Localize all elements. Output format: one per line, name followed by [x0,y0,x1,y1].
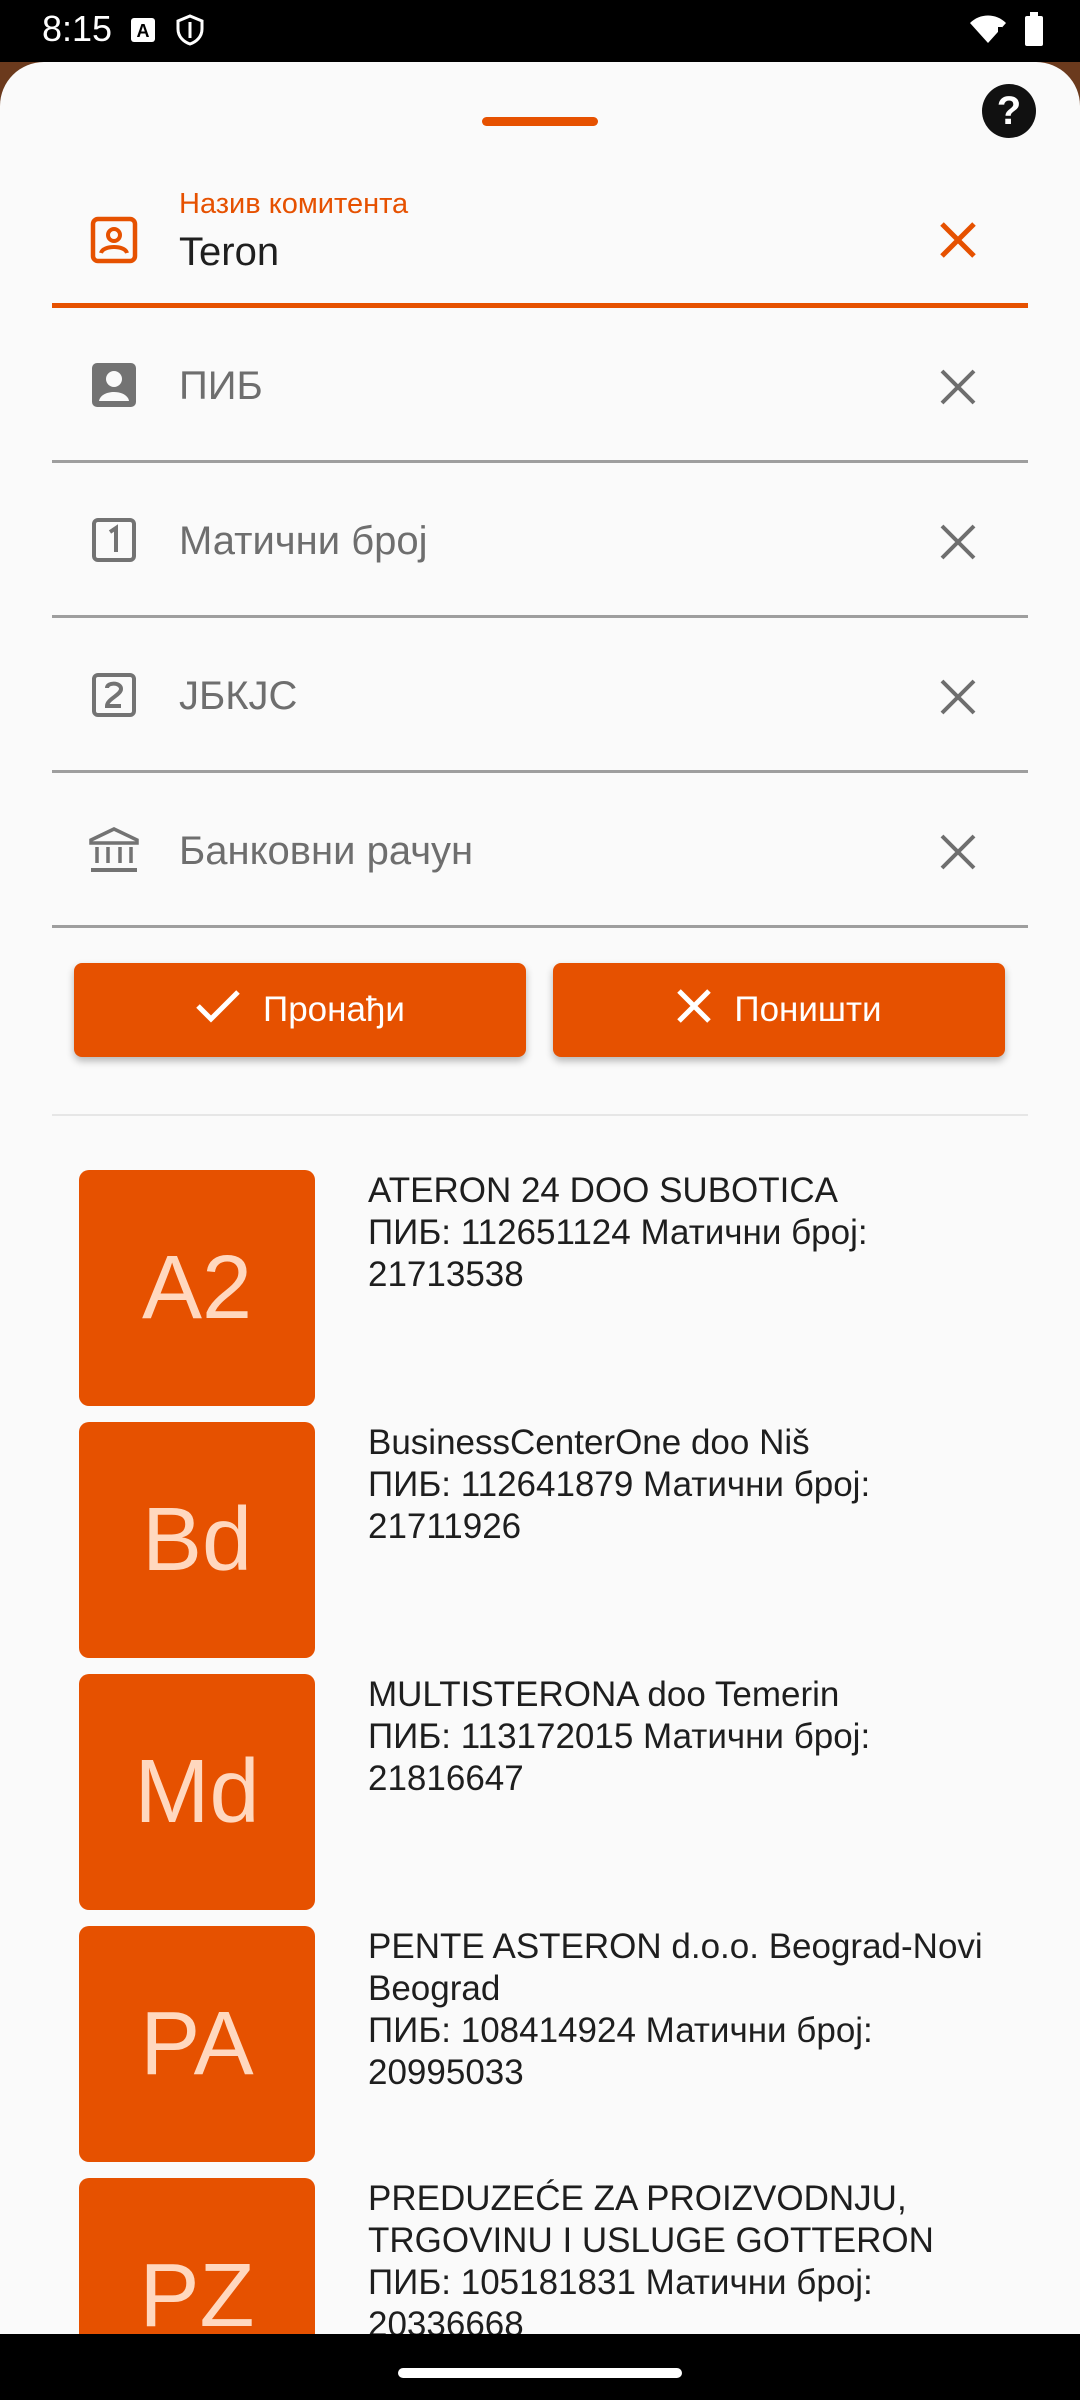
client-name-value[interactable]: Teron [179,230,279,275]
cancel-button[interactable]: Поништи [553,963,1005,1057]
client-ids: ПИБ: 112641879 Матични број: 21711926 [368,1465,871,1546]
client-name: MULTISTERONA doo Temerin [368,1675,840,1714]
bank-icon [88,824,140,876]
wifi-icon [968,13,1008,50]
client-ids: ПИБ: 108414924 Матични број: 20995033 [368,2011,873,2092]
home-gesture-handle[interactable] [398,2368,682,2378]
clear-jbkjs-icon[interactable] [934,673,982,721]
avatar: Bd [79,1422,315,1658]
avatar: PA [79,1926,315,2162]
find-button[interactable]: Пронађи [74,963,526,1057]
status-bar: 8:15 A [0,0,1080,62]
list-item[interactable]: Bd BusinessCenterOne doo Niš ПИБ: 112641… [0,1422,1080,1662]
contact-card-icon [88,214,140,266]
number-two-box-icon [88,669,140,721]
clear-client-name-icon[interactable] [934,216,982,264]
search-bottom-sheet: ? Назив комитента Teron ПИБ Матични број [0,62,1080,2334]
status-time: 8:15 [42,8,113,49]
shield-icon [176,14,204,51]
navigation-bar [0,2334,1080,2400]
list-item[interactable]: A2 ATERON 24 DOO SUBOTICA ПИБ: 112651124… [0,1170,1080,1410]
list-item[interactable]: Md MULTISTERONA doo Temerin ПИБ: 1131720… [0,1674,1080,1914]
close-icon [676,988,712,1033]
client-ids: ПИБ: 105181831 Матични број: 20336668 [368,2263,873,2334]
pib-placeholder: ПИБ [179,364,263,408]
clear-registration-number-icon[interactable] [934,518,982,566]
client-name: PREDUZEĆE ZA PROIZVODNJU, TRGOVINU I USL… [368,2179,934,2260]
cancel-button-label: Поништи [734,990,882,1029]
client-ids: ПИБ: 113172015 Матични број: 21816647 [368,1717,871,1798]
battery-icon [1024,12,1044,51]
jbkjs-placeholder: ЈБКЈС [179,674,298,718]
number-one-box-icon [88,514,140,566]
bank-account-field[interactable]: Банковни рачун [52,773,1028,928]
bank-account-placeholder: Банковни рачун [179,829,474,873]
client-name: BusinessCenterOne doo Niš [368,1423,810,1462]
list-item[interactable]: PZ PREDUZEĆE ZA PROIZVODNJU, TRGOVINU I … [0,2178,1080,2334]
list-item[interactable]: PA PENTE ASTERON d.o.o. Beograd-Novi Beo… [0,1926,1080,2166]
person-badge-icon [88,359,140,411]
registration-number-placeholder: Матични број [179,519,428,563]
find-button-label: Пронађи [263,990,405,1029]
pib-field[interactable]: ПИБ [52,308,1028,463]
check-icon [195,988,241,1033]
clear-pib-icon[interactable] [934,363,982,411]
client-name-label: Назив комитента [179,188,409,220]
clear-bank-account-icon[interactable] [934,828,982,876]
drag-handle[interactable] [482,117,598,126]
client-name-field[interactable]: Назив комитента Teron [52,170,1028,308]
avatar: PZ [79,2178,315,2334]
avatar: Md [79,1674,315,1910]
divider [52,1114,1028,1116]
autofill-icon: A [130,17,156,48]
help-icon[interactable]: ? [982,84,1036,138]
client-name: PENTE ASTERON d.o.o. Beograd-Novi Beogra… [368,1927,983,2008]
client-name: ATERON 24 DOO SUBOTICA [368,1171,838,1210]
jbkjs-field[interactable]: ЈБКЈС [52,618,1028,773]
avatar: A2 [79,1170,315,1406]
svg-text:A: A [137,21,150,41]
registration-number-field[interactable]: Матични број [52,463,1028,618]
client-ids: ПИБ: 112651124 Матични број: 21713538 [368,1213,868,1294]
